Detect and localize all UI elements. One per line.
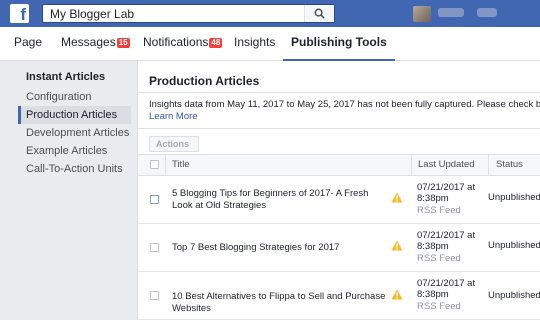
status-text: Unpublished — [488, 192, 540, 203]
user-name-blurred[interactable] — [438, 8, 498, 18]
main-panel: Production Articles Insights data from M… — [137, 61, 540, 320]
last-updated-date: 07/21/2017 at 8:38pm — [417, 230, 476, 252]
top-bar: f — [0, 0, 540, 27]
table-row[interactable]: 5 Blogging Tips for Beginners of 2017- A… — [138, 176, 540, 224]
last-updated-date: 07/21/2017 at 8:38pm — [417, 278, 476, 300]
column-divider — [411, 155, 412, 175]
article-title-link[interactable]: 10 Best Alternatives to Flippa to Sell a… — [172, 291, 387, 315]
sidebar-item-production-articles[interactable]: Production Articles — [18, 106, 131, 124]
warning-icon[interactable] — [391, 192, 403, 203]
table-header: Title Last Updated Status — [138, 154, 540, 176]
warning-icon[interactable] — [391, 289, 403, 300]
tab-notifications[interactable]: Notifications 48 — [143, 27, 223, 61]
row-checkbox[interactable] — [150, 195, 159, 204]
warning-icon[interactable] — [391, 240, 403, 251]
messages-count-badge: 15 — [116, 38, 130, 48]
column-header-status[interactable]: Status — [496, 155, 523, 175]
sidebar-item-configuration[interactable]: Configuration — [18, 88, 131, 106]
article-title-link[interactable]: Top 7 Best Blogging Strategies for 2017 — [172, 242, 387, 254]
tab-label: Messages — [61, 35, 116, 49]
search-button[interactable] — [304, 5, 334, 22]
rss-feed-source: RSS Feed — [417, 301, 461, 312]
tab-messages[interactable]: Messages 15 — [61, 27, 130, 61]
notice-divider — [138, 128, 540, 129]
sidebar-item-call-to-action-units[interactable]: Call-To-Action Units — [18, 160, 131, 178]
sidebar-item-label: Call-To-Action Units — [26, 163, 123, 175]
table-row[interactable]: 10 Best Alternatives to Flippa to Sell a… — [138, 272, 540, 320]
tab-label: Publishing Tools — [291, 35, 387, 49]
search-box — [42, 4, 335, 23]
tab-label: Notifications — [143, 35, 209, 49]
article-title-link[interactable]: 5 Blogging Tips for Beginners of 2017- A… — [172, 188, 387, 212]
sidebar-item-label: Configuration — [26, 91, 92, 103]
status-text: Unpublished — [488, 290, 540, 301]
tab-label: Page — [14, 35, 43, 49]
column-divider — [488, 155, 489, 175]
search-icon — [314, 8, 325, 19]
rss-feed-source: RSS Feed — [417, 205, 461, 216]
column-header-title[interactable]: Title — [172, 155, 190, 175]
rss-feed-source: RSS Feed — [417, 253, 461, 264]
sidebar: Instant Articles Configuration Productio… — [0, 61, 137, 320]
row-checkbox[interactable] — [150, 243, 159, 252]
sidebar-item-example-articles[interactable]: Example Articles — [18, 142, 131, 160]
table-row[interactable]: Top 7 Best Blogging Strategies for 2017 … — [138, 224, 540, 272]
sidebar-item-label: Example Articles — [26, 145, 108, 157]
select-all-checkbox[interactable] — [150, 160, 159, 169]
title-divider — [138, 92, 540, 93]
notifications-count-badge: 48 — [209, 38, 223, 48]
sidebar-heading: Instant Articles — [26, 71, 106, 83]
page-tab-nav: Page Messages 15 Notifications 48 Insights… — [0, 27, 540, 61]
sidebar-item-label: Development Articles — [26, 127, 130, 139]
sidebar-item-development-articles[interactable]: Development Articles — [18, 124, 131, 142]
last-updated-date: 07/21/2017 at 8:38pm — [417, 182, 476, 204]
learn-more-link[interactable]: Learn More — [149, 111, 198, 122]
facebook-logo-icon[interactable]: f — [10, 4, 29, 23]
tab-insights[interactable]: Insights — [234, 27, 275, 61]
tab-publishing-tools[interactable]: Publishing Tools — [283, 27, 395, 61]
search-input[interactable] — [43, 5, 305, 22]
sidebar-item-label: Production Articles — [26, 109, 118, 121]
column-header-last-updated[interactable]: Last Updated — [418, 155, 475, 175]
tab-page[interactable]: Page — [14, 27, 42, 61]
avatar[interactable] — [413, 6, 431, 22]
actions-label: Actions — [156, 139, 190, 149]
column-divider — [165, 155, 166, 175]
actions-dropdown-button[interactable]: Actions ▼ — [149, 136, 199, 163]
insights-notice: Insights data from May 11, 2017 to May 2… — [149, 99, 540, 110]
row-checkbox[interactable] — [150, 291, 159, 300]
status-text: Unpublished — [488, 240, 540, 251]
tab-label: Insights — [234, 35, 276, 49]
page-title: Production Articles — [149, 74, 260, 88]
